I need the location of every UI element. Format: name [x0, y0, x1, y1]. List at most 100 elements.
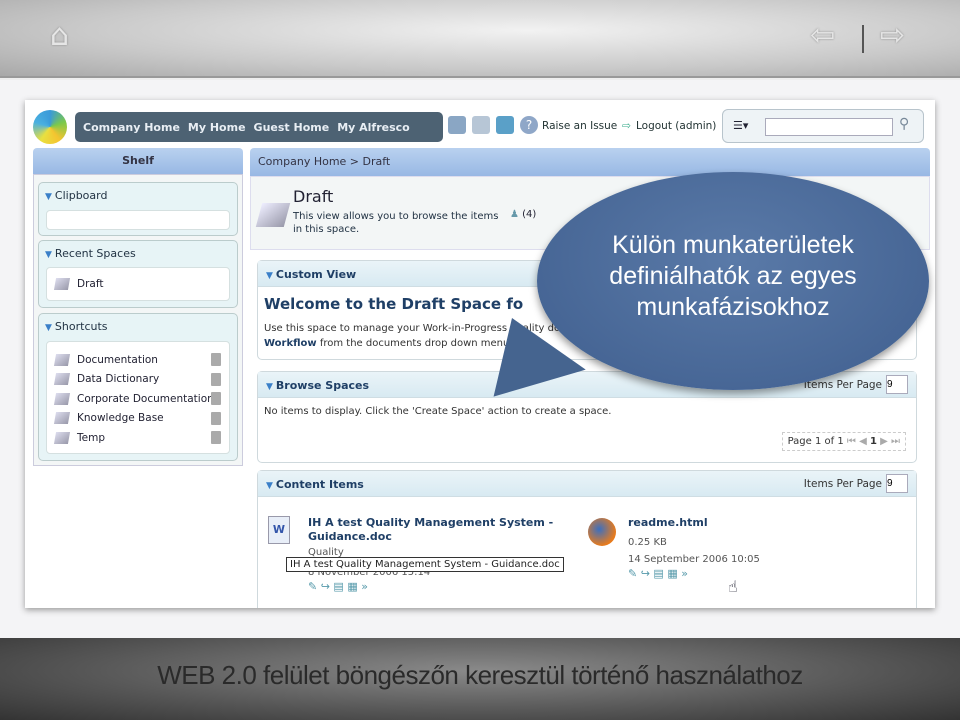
- slide-bottom-bar: WEB 2.0 felület böngészőn keresztül tört…: [0, 638, 960, 720]
- users-icon[interactable]: [472, 116, 490, 134]
- section-title: Content Items: [275, 478, 364, 491]
- content-item: readme.html 0.25 KB 14 September 2006 10…: [628, 516, 760, 580]
- items-per-page: Items Per Page: [804, 474, 908, 493]
- pager: Page 1 of 1 ⏮ ◀ 1 ▶ ⏭: [781, 432, 906, 451]
- recent-space-item[interactable]: Draft: [47, 274, 229, 294]
- page-number[interactable]: 1: [870, 436, 877, 447]
- hand-cursor-icon: ☝: [728, 577, 738, 596]
- search-area: ☰▾ ⚲: [722, 109, 924, 143]
- users-icon: ♟: [510, 209, 519, 220]
- raise-issue-link[interactable]: Raise an Issue: [542, 120, 617, 132]
- word-doc-icon: W: [268, 516, 290, 544]
- logout-link[interactable]: Logout (admin): [636, 120, 716, 132]
- help-icon[interactable]: ?: [520, 116, 538, 134]
- speech-bubble: Külön munkaterületek definiálhatók az eg…: [537, 172, 929, 390]
- triangle-icon: ▼: [266, 271, 273, 281]
- last-page-icon[interactable]: ⏭: [891, 436, 900, 447]
- item-actions[interactable]: ✎ ↪ ▤ ▦ »: [308, 580, 553, 593]
- item-name[interactable]: readme.html: [628, 516, 760, 530]
- trash-icon[interactable]: [211, 372, 221, 386]
- description-line: in this space.: [293, 224, 360, 235]
- shortcut-item[interactable]: Documentation: [47, 350, 229, 370]
- triangle-icon: ▼: [45, 192, 52, 202]
- triangle-icon: ▼: [45, 323, 52, 333]
- trash-icon[interactable]: [211, 431, 221, 445]
- item-label: Knowledge Base: [77, 412, 164, 425]
- recent-spaces-title: Recent Spaces: [54, 247, 136, 260]
- space-icon: [53, 412, 71, 425]
- search-icon[interactable]: ⚲: [899, 116, 909, 132]
- shortcut-item[interactable]: Corporate Documentation: [47, 389, 229, 409]
- shortcuts-title: Shortcuts: [54, 320, 108, 333]
- browse-spaces-section: ▼Browse Spaces Items Per Page No items t…: [257, 371, 917, 463]
- items-per-page-input[interactable]: [886, 474, 908, 493]
- logout-icon: ⇨: [622, 120, 631, 132]
- content-items-section: ▼Content Items Items Per Page W IH A tes…: [257, 470, 917, 608]
- main-nav: Company Home My Home Guest Home My Alfre…: [75, 112, 443, 142]
- arrow-left-icon[interactable]: ⇦: [810, 18, 835, 53]
- divider: [862, 25, 864, 53]
- item-label: Documentation: [77, 353, 158, 366]
- triangle-icon: ▼: [266, 481, 273, 491]
- space-icon: [53, 277, 71, 290]
- bubble-line: Külön munkaterületek: [612, 231, 854, 259]
- tooltip: IH A test Quality Management System - Gu…: [286, 557, 564, 572]
- first-page-icon[interactable]: ⏮: [847, 436, 856, 447]
- shortcut-item[interactable]: Data Dictionary: [47, 370, 229, 390]
- recent-spaces-toggle[interactable]: ▼ Recent Spaces: [45, 247, 136, 260]
- home-icon[interactable]: ⌂: [50, 18, 69, 53]
- item-size: 0.25 KB: [628, 537, 667, 548]
- space-large-icon: [255, 203, 291, 227]
- admin-icon[interactable]: [496, 116, 514, 134]
- nav-my-alfresco[interactable]: My Alfresco: [337, 121, 410, 134]
- empty-message: No items to display. Click the 'Create S…: [264, 406, 612, 417]
- page-label: Page 1 of 1: [787, 436, 844, 447]
- shelf-header: Shelf: [33, 148, 243, 174]
- bubble-line: munkafázisokhoz: [636, 293, 830, 321]
- content-items-header[interactable]: ▼ Content Items Items Per Page: [258, 471, 916, 497]
- trash-icon[interactable]: [211, 411, 221, 425]
- shortcuts-toggle[interactable]: ▼ Shortcuts: [45, 320, 108, 333]
- item-label: Data Dictionary: [77, 373, 160, 386]
- space-description: This view allows you to browse the items…: [293, 210, 498, 236]
- bubble-line: definiálhatók az egyes: [609, 262, 857, 290]
- shortcut-item[interactable]: Temp: [47, 428, 229, 448]
- breadcrumb[interactable]: Company Home > Draft: [250, 148, 930, 176]
- workflow-text: Workflow: [264, 338, 317, 349]
- shortcuts-box: ▼ Shortcuts Documentation Data Dictionary…: [38, 313, 238, 461]
- item-name[interactable]: Guidance.doc: [308, 530, 553, 544]
- clipboard-box: ▼ Clipboard: [38, 182, 238, 236]
- item-name[interactable]: IH A test Quality Management System -: [308, 516, 553, 530]
- shortcuts-list: Documentation Data Dictionary Corporate …: [46, 341, 230, 454]
- triangle-icon: ▼: [266, 382, 273, 392]
- nav-my-home[interactable]: My Home: [188, 121, 246, 134]
- description-line: This view allows you to browse the items: [293, 211, 499, 222]
- triangle-icon: ▼: [45, 250, 52, 260]
- arrow-right-icon[interactable]: ⇨: [880, 18, 905, 53]
- alfresco-logo: [33, 110, 67, 144]
- nav-company-home[interactable]: Company Home: [83, 121, 180, 134]
- trash-icon[interactable]: [211, 353, 221, 367]
- item-actions[interactable]: ✎ ↪ ▤ ▦ »: [628, 567, 760, 580]
- space-icon: [53, 431, 71, 444]
- search-options-icon[interactable]: ☰▾: [733, 119, 748, 132]
- shortcut-item[interactable]: Knowledge Base: [47, 409, 229, 429]
- search-input[interactable]: [765, 118, 893, 136]
- body-text: from the documents drop down menu.: [316, 338, 513, 349]
- calendar-icon[interactable]: [448, 116, 466, 134]
- space-icon: [53, 392, 71, 405]
- users-count[interactable]: ♟ (4): [510, 209, 536, 220]
- item-label: Draft: [77, 277, 104, 290]
- items-per-page-input[interactable]: [886, 375, 908, 394]
- nav-guest-home[interactable]: Guest Home: [254, 121, 330, 134]
- clipboard-toggle[interactable]: ▼ Clipboard: [45, 189, 107, 202]
- trash-icon[interactable]: [211, 392, 221, 406]
- prev-page-icon[interactable]: ◀: [859, 436, 867, 447]
- recent-spaces-box: ▼ Recent Spaces Draft: [38, 240, 238, 308]
- item-date: 14 September 2006 10:05: [628, 554, 760, 565]
- item-label: Temp: [77, 431, 105, 444]
- ipp-label: Items Per Page: [803, 378, 882, 391]
- firefox-html-icon: [588, 518, 616, 546]
- section-title: Custom View: [275, 268, 357, 281]
- next-page-icon[interactable]: ▶: [880, 436, 888, 447]
